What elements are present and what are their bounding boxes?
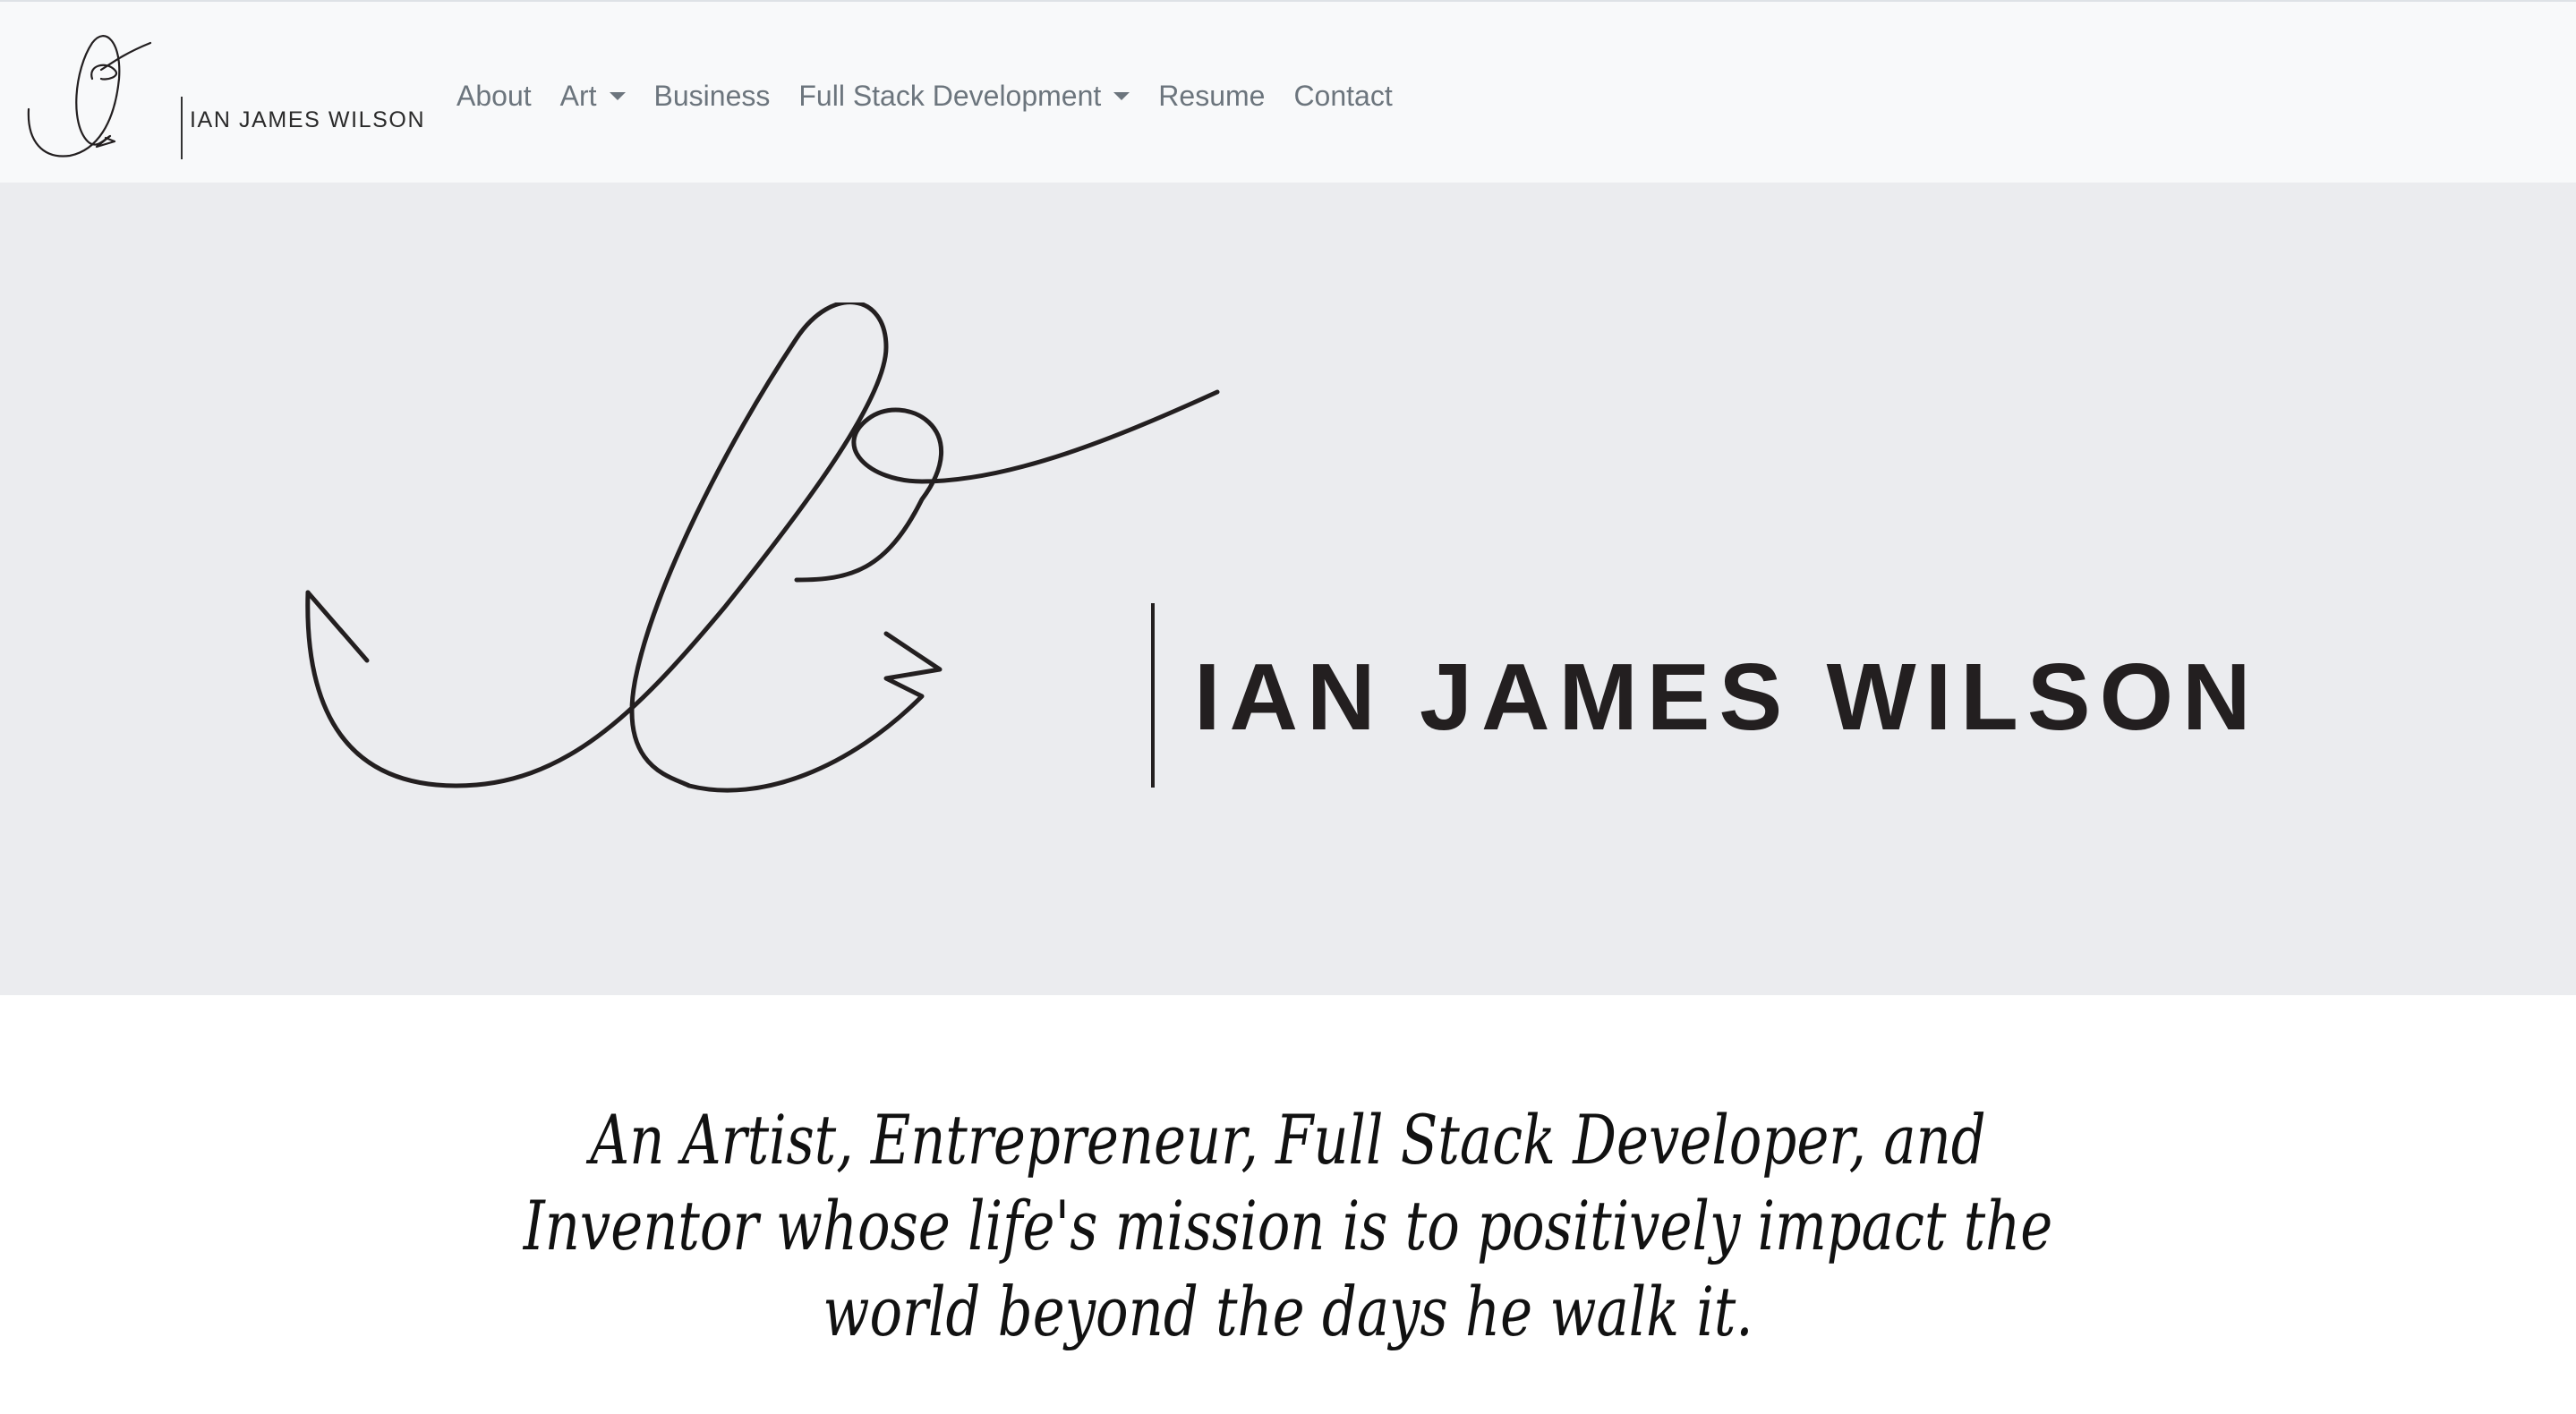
nav-full-stack-dropdown[interactable]: Full Stack Development xyxy=(798,80,1130,113)
nav-resume[interactable]: Resume xyxy=(1158,80,1265,113)
signature-logo-icon xyxy=(27,35,152,158)
nav-business[interactable]: Business xyxy=(654,80,771,113)
chevron-down-icon xyxy=(609,91,626,100)
nav-about-label: About xyxy=(456,79,532,112)
hero-name: IAN JAMES WILSON xyxy=(1194,644,2260,750)
nav-links: About Art Business Full Stack Developmen… xyxy=(456,73,1421,118)
nav-business-label: Business xyxy=(653,79,771,112)
signature-hero-icon xyxy=(305,302,1220,793)
hero-divider xyxy=(1151,603,1155,788)
navbar: IAN JAMES WILSON About Art Business Full… xyxy=(0,0,2576,183)
tagline: An Artist, Entrepreneur, Full Stack Deve… xyxy=(523,1100,2053,1351)
nav-contact[interactable]: Contact xyxy=(1293,80,1392,113)
nav-resume-label: Resume xyxy=(1158,79,1266,112)
nav-art-dropdown[interactable]: Art xyxy=(560,80,626,113)
nav-about[interactable]: About xyxy=(456,80,532,113)
nav-full-stack-label: Full Stack Development xyxy=(798,79,1102,112)
brand-logo-link[interactable]: IAN JAMES WILSON xyxy=(25,25,424,165)
chevron-down-icon xyxy=(1113,91,1130,100)
nav-contact-label: Contact xyxy=(1293,79,1393,112)
brand-name: IAN JAMES WILSON xyxy=(190,107,426,132)
nav-art-label: Art xyxy=(559,79,597,112)
brand-divider xyxy=(181,97,183,159)
hero-banner: IAN JAMES WILSON xyxy=(0,183,2576,995)
